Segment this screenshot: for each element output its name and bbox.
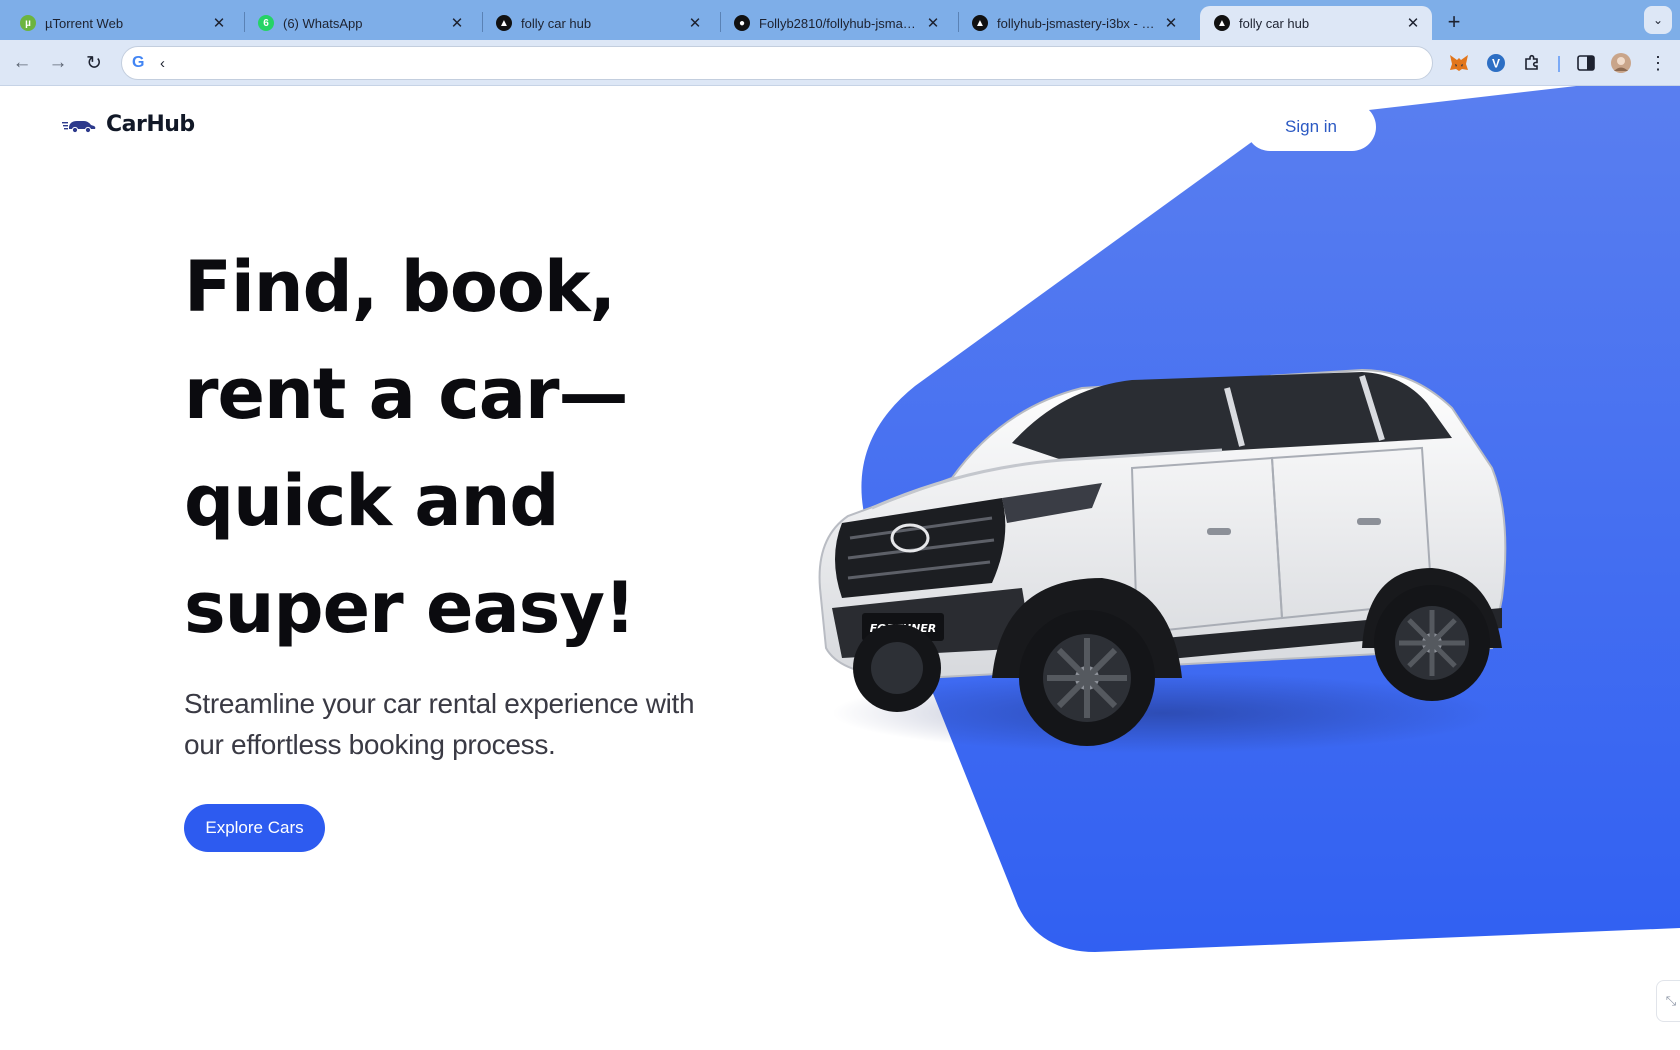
more-menu-icon[interactable]: ⋮ <box>1646 51 1670 75</box>
tab-strip: µ µTorrent Web ✕ 6 (6) WhatsApp ✕ ▲ foll… <box>0 0 1680 40</box>
tab-folly-car-hub-active[interactable]: ▲ folly car hub ✕ <box>1200 6 1432 40</box>
carhub-page: CarHub Sign in Find, book, rent a car— q… <box>0 86 1680 1050</box>
vimeo-extension-icon[interactable]: V <box>1484 51 1508 75</box>
puzzle-piece-icon[interactable] <box>1520 51 1544 75</box>
headline-line: Find, book, <box>184 246 616 328</box>
address-bar[interactable]: G ‹ <box>121 46 1433 80</box>
whatsapp-icon: 6 <box>258 15 274 31</box>
tab-github[interactable]: ● Follyb2810/follyhub-jsmastery ✕ <box>720 6 952 40</box>
vercel-icon: ▲ <box>496 15 512 31</box>
svg-text:V: V <box>1492 57 1500 71</box>
headline-line: quick and <box>184 460 560 542</box>
tab-search-button[interactable]: ⌄ <box>1644 6 1672 34</box>
sign-in-button[interactable]: Sign in <box>1246 103 1376 151</box>
back-button[interactable]: ← <box>10 51 34 75</box>
tab-whatsapp[interactable]: 6 (6) WhatsApp ✕ <box>244 6 476 40</box>
utorrent-icon: µ <box>20 15 36 31</box>
close-icon[interactable]: ✕ <box>210 14 228 32</box>
expand-icon: ⤡ <box>1665 993 1677 1008</box>
vercel-icon: ▲ <box>1214 15 1230 31</box>
tab-title: µTorrent Web <box>45 15 124 31</box>
close-icon[interactable]: ✕ <box>1162 14 1180 32</box>
google-icon: G <box>132 54 145 71</box>
tab-title: (6) WhatsApp <box>283 15 363 31</box>
reload-icon: ↻ <box>86 52 102 74</box>
close-icon[interactable]: ✕ <box>686 14 704 32</box>
github-icon: ● <box>734 15 750 31</box>
arrow-right-icon: → <box>48 52 68 73</box>
close-icon[interactable]: ✕ <box>448 14 466 32</box>
headline-line: rent a car— <box>184 353 629 435</box>
brand-logo[interactable]: CarHub <box>62 112 195 137</box>
brand-name: CarHub <box>106 112 195 137</box>
browser-toolbar: ← → ↻ G ‹ V ⋮ <box>0 40 1680 86</box>
hero-headline: Find, book, rent a car— quick and super … <box>184 234 744 662</box>
explore-cars-button[interactable]: Explore Cars <box>184 804 325 852</box>
tab-folly-car-hub[interactable]: ▲ folly car hub ✕ <box>482 6 714 40</box>
tab-title: follyhub-jsmastery-i3bx - Ov <box>997 15 1156 31</box>
profile-avatar[interactable] <box>1609 51 1633 75</box>
vercel-icon: ▲ <box>972 15 988 31</box>
tab-utorrent[interactable]: µ µTorrent Web ✕ <box>6 6 238 40</box>
close-icon[interactable]: ✕ <box>1404 14 1422 32</box>
reload-button[interactable]: ↻ <box>82 51 106 75</box>
arrow-left-icon: ← <box>12 52 32 73</box>
close-icon[interactable]: ✕ <box>924 14 942 32</box>
side-toggle-widget[interactable]: ⤡ <box>1656 980 1680 1022</box>
tab-vercel-overview[interactable]: ▲ follyhub-jsmastery-i3bx - Ov ✕ <box>958 6 1190 40</box>
forward-button[interactable]: → <box>46 51 70 75</box>
headline-line: super easy! <box>184 567 636 649</box>
tab-title: Follyb2810/follyhub-jsmastery <box>759 15 918 31</box>
tab-title: folly car hub <box>521 15 592 31</box>
suv-image: FORTUNER <box>818 368 1507 753</box>
tab-title: folly car hub <box>1239 15 1310 31</box>
address-bar-text[interactable]: ‹ <box>160 55 165 72</box>
new-tab-button[interactable]: + <box>1440 8 1468 36</box>
hero-subtitle: Streamline your car rental experience wi… <box>184 688 695 760</box>
side-panel-icon[interactable] <box>1574 51 1598 75</box>
toolbar-divider <box>1558 56 1560 72</box>
chevron-down-icon: ⌄ <box>1652 13 1664 27</box>
car-logo-icon <box>62 120 96 133</box>
metamask-icon[interactable] <box>1447 51 1471 75</box>
